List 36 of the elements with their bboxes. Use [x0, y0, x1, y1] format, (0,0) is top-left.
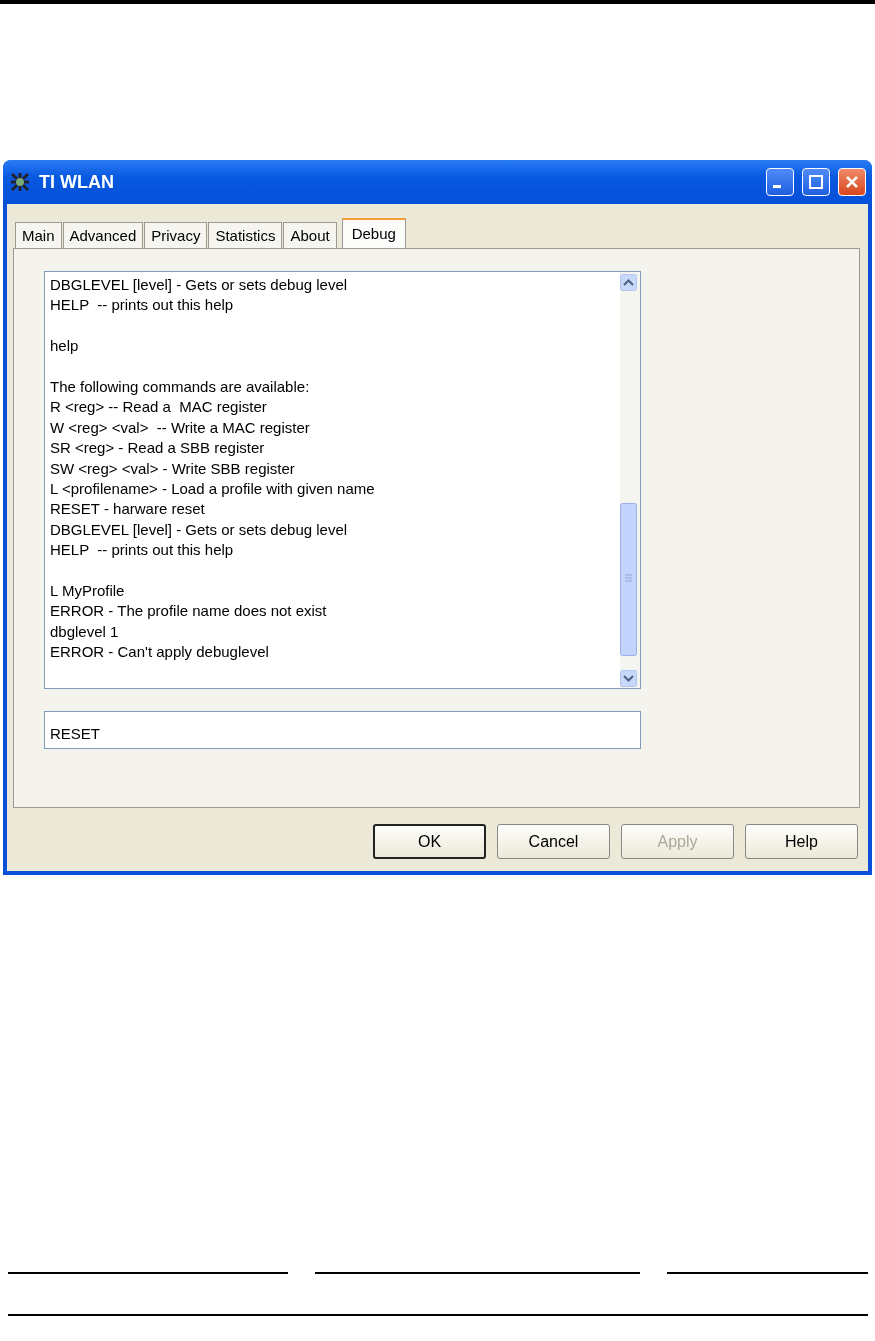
scroll-down-button[interactable]: [620, 670, 637, 687]
window-title: TI WLAN: [39, 171, 115, 193]
minimize-button[interactable]: [766, 168, 794, 196]
tab[interactable]: Main: [15, 222, 62, 248]
console-line: SW <reg> <val> - Write SBB register: [50, 458, 296, 479]
tab[interactable]: Statistics: [208, 222, 283, 248]
console-line: L MyProfile: [50, 581, 126, 602]
console-line: dbglevel 1: [50, 621, 120, 642]
scroll-up-button[interactable]: [620, 274, 637, 291]
console-line: SR <reg> - Read a SBB register: [50, 438, 266, 459]
console-line: ERROR - The profile name does not exist: [50, 601, 328, 622]
dialog-button[interactable]: Help: [745, 824, 858, 859]
close-icon: [845, 175, 859, 189]
tab[interactable]: Advanced: [62, 222, 144, 248]
console-line: ERROR - Can't apply debuglevel: [50, 642, 270, 663]
console-line: help: [50, 336, 80, 357]
maximize-icon: [809, 175, 823, 189]
close-button[interactable]: [838, 168, 866, 196]
console-line: HELP -- prints out this help: [50, 295, 235, 316]
console-line: DBGLEVEL [level] - Gets or sets debug level: [50, 519, 349, 540]
scroll-thumb[interactable]: [620, 503, 637, 656]
console-line: HELP -- prints out this help: [50, 540, 235, 561]
dialog-button[interactable]: Cancel: [497, 824, 610, 859]
command-field[interactable]: RESET: [44, 711, 641, 749]
console-line: The following commands are available:: [50, 377, 311, 397]
maximize-button[interactable]: [802, 168, 830, 196]
console-line: L <profilename> - Load a profile with given name: [50, 479, 376, 500]
tab[interactable]: Privacy: [144, 222, 208, 248]
console-line: DBGLEVEL [level] - Gets or sets debug level: [50, 275, 349, 295]
tab[interactable]: About: [283, 222, 337, 248]
console-line: R <reg> -- Read a MAC register: [50, 397, 268, 418]
dialog-button[interactable]: OK: [373, 824, 486, 859]
console-line: W <reg> <val> -- Write a MAC register: [50, 417, 311, 438]
minimize-icon: [773, 184, 781, 188]
console-line: RESET - harware reset: [50, 499, 206, 520]
tab[interactable]: Debug: [341, 218, 406, 248]
